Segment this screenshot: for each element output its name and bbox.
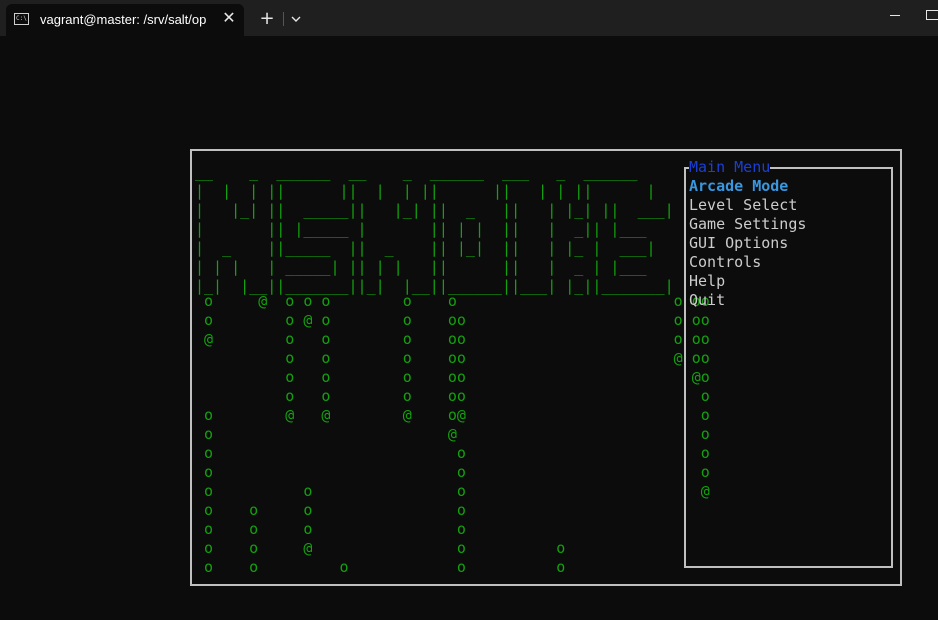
maximize-button[interactable] bbox=[918, 0, 938, 32]
terminal-tab[interactable]: C:\ vagrant@master: /srv/salt/op ✕ bbox=[6, 4, 244, 36]
new-tab-button[interactable]: + bbox=[256, 8, 278, 30]
menu-list: Arcade Mode Level Select Game Settings G… bbox=[689, 177, 806, 310]
menu-item-level-select[interactable]: Level Select bbox=[689, 196, 806, 215]
minimize-icon bbox=[890, 15, 900, 16]
tab-title: vagrant@master: /srv/salt/op bbox=[40, 12, 207, 27]
menu-item-gui-options[interactable]: GUI Options bbox=[689, 234, 806, 253]
menu-title: Main Menu bbox=[689, 158, 771, 177]
title-bar: C:\ vagrant@master: /srv/salt/op ✕ + bbox=[0, 0, 938, 36]
maximize-icon bbox=[926, 10, 938, 20]
tab-close-button[interactable]: ✕ bbox=[218, 7, 240, 29]
chevron-down-icon bbox=[291, 16, 301, 22]
minimize-button[interactable] bbox=[878, 0, 918, 32]
terminal-icon: C:\ bbox=[14, 13, 29, 25]
game-logo: __ _ ______ __ _ ______ ___ _ ______ | |… bbox=[195, 163, 674, 295]
menu-item-arcade-mode[interactable]: Arcade Mode bbox=[689, 177, 806, 196]
menu-item-controls[interactable]: Controls bbox=[689, 253, 806, 272]
titlebar-divider bbox=[283, 12, 284, 26]
menu-item-quit[interactable]: Quit bbox=[689, 291, 806, 310]
tab-dropdown-button[interactable] bbox=[286, 8, 306, 30]
menu-item-game-settings[interactable]: Game Settings bbox=[689, 215, 806, 234]
menu-item-help[interactable]: Help bbox=[689, 272, 806, 291]
code-rain: o @ o o o o o o oo o o @ o o oo o oo @ o… bbox=[204, 292, 710, 576]
